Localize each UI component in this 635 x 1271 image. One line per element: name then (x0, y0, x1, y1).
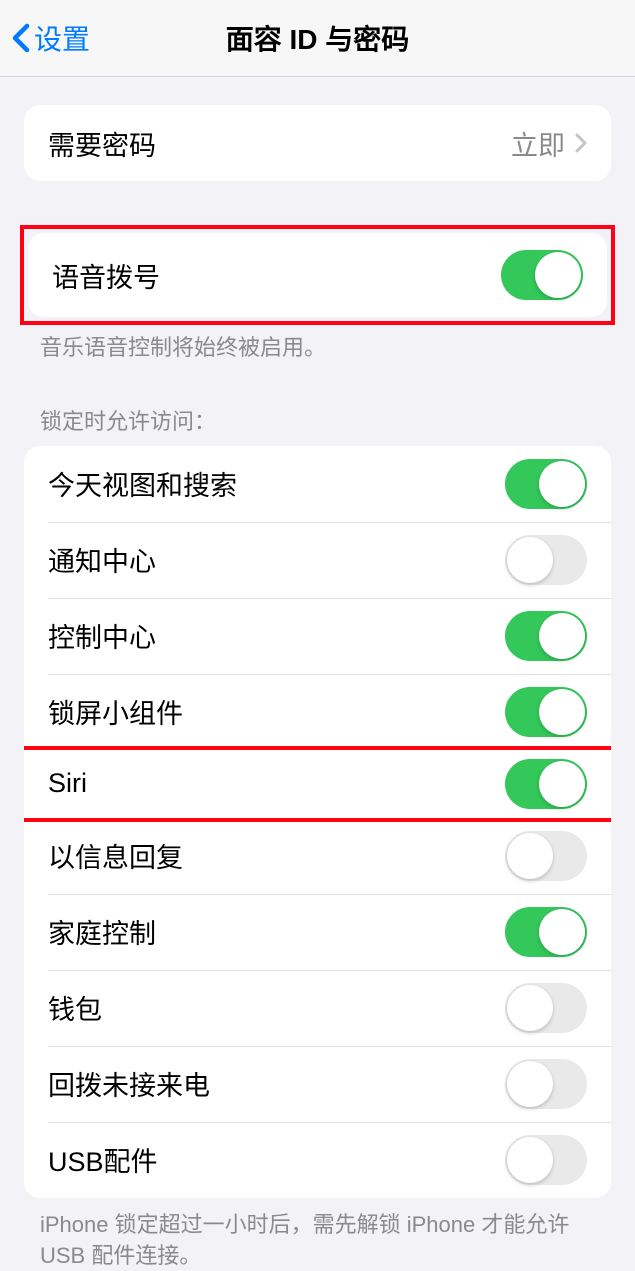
page-title: 面容 ID 与密码 (0, 18, 635, 58)
usb-label: USB配件 (48, 1140, 158, 1179)
usb-footer: iPhone 锁定超过一小时后，需先解锁 iPhone 才能允许 USB 配件连… (0, 1198, 635, 1271)
notification-row: 通知中心 (24, 522, 611, 598)
voice-dial-highlight: 语音拨号 (20, 225, 615, 325)
today-row: 今天视图和搜索 (24, 446, 611, 522)
voice-dial-group: 语音拨号 (28, 233, 607, 317)
chevron-right-icon (575, 133, 587, 153)
wallet-row: 钱包 (24, 970, 611, 1046)
require-passcode-label: 需要密码 (48, 124, 156, 163)
voice-dial-row: 语音拨号 (28, 233, 607, 317)
siri-toggle[interactable] (505, 759, 587, 809)
require-passcode-group: 需要密码 立即 (24, 105, 611, 181)
usb-toggle[interactable] (505, 1135, 587, 1185)
usb-row: USB配件 (24, 1122, 611, 1198)
allow-access-group: 今天视图和搜索 通知中心 控制中心 锁屏小组件 Siri 以信息回复 家庭控制 (24, 446, 611, 1198)
notification-label: 通知中心 (48, 540, 156, 579)
widgets-row: 锁屏小组件 (24, 674, 611, 750)
wallet-toggle[interactable] (505, 983, 587, 1033)
back-button[interactable]: 设置 (0, 18, 90, 58)
wallet-label: 钱包 (48, 988, 102, 1027)
control-toggle[interactable] (505, 611, 587, 661)
reply-toggle[interactable] (505, 831, 587, 881)
widgets-label: 锁屏小组件 (48, 692, 183, 731)
control-label: 控制中心 (48, 616, 156, 655)
callback-label: 回拨未接来电 (48, 1064, 210, 1103)
home-label: 家庭控制 (48, 912, 156, 951)
require-passcode-row[interactable]: 需要密码 立即 (24, 105, 611, 181)
home-toggle[interactable] (505, 907, 587, 957)
siri-row: Siri (24, 750, 611, 818)
control-row: 控制中心 (24, 598, 611, 674)
callback-toggle[interactable] (505, 1059, 587, 1109)
chevron-left-icon (12, 23, 30, 53)
today-toggle[interactable] (505, 459, 587, 509)
reply-row: 以信息回复 (24, 818, 611, 894)
voice-dial-toggle[interactable] (501, 250, 583, 300)
back-label: 设置 (34, 18, 90, 58)
allow-access-header: 锁定时允许访问： (0, 404, 635, 446)
nav-bar: 设置 面容 ID 与密码 (0, 0, 635, 77)
widgets-toggle[interactable] (505, 687, 587, 737)
notification-toggle[interactable] (505, 535, 587, 585)
today-label: 今天视图和搜索 (48, 464, 237, 503)
home-row: 家庭控制 (24, 894, 611, 970)
require-passcode-value: 立即 (511, 124, 565, 163)
callback-row: 回拨未接来电 (24, 1046, 611, 1122)
reply-label: 以信息回复 (48, 836, 183, 875)
siri-label: Siri (48, 768, 87, 799)
voice-dial-label: 语音拨号 (52, 256, 160, 295)
voice-dial-footer: 音乐语音控制将始终被启用。 (0, 321, 635, 364)
siri-highlight: Siri (24, 746, 611, 822)
